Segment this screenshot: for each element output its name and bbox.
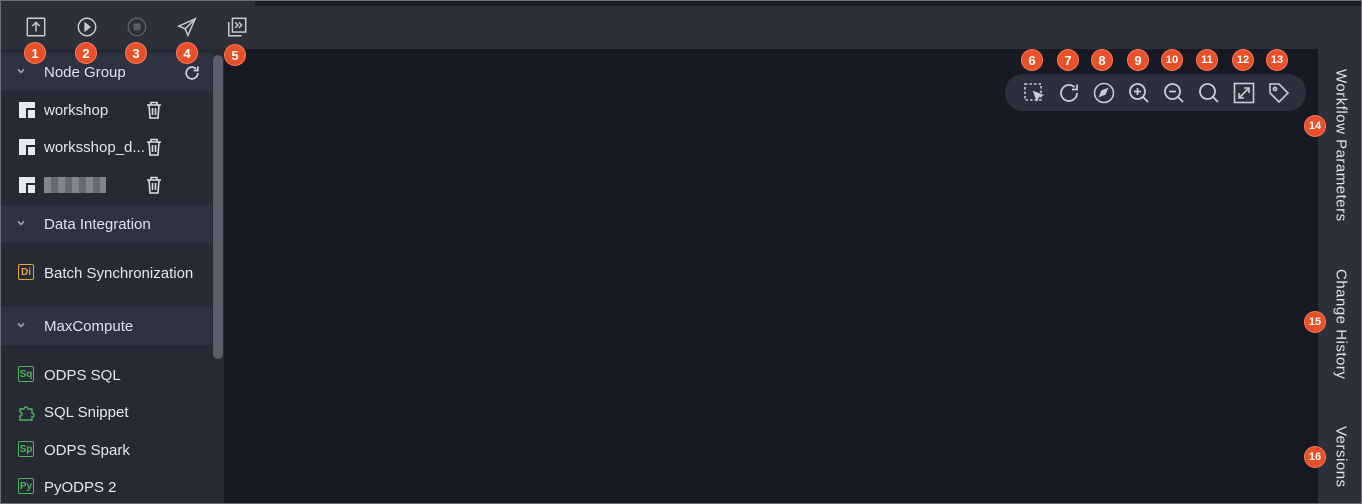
- item-label: PyODPS 2: [44, 478, 117, 496]
- tab-label: Versions: [1332, 426, 1350, 488]
- item-label: Batch Synchronization: [44, 264, 194, 282]
- di-tag-icon: Di: [18, 264, 34, 280]
- callout-badge: 7: [1058, 50, 1078, 70]
- list-item-pyodps2[interactable]: Py PyODPS 2: [1, 469, 212, 503]
- group-title: Node Group: [44, 63, 126, 81]
- node-group-icon: [19, 139, 35, 155]
- list-item-odps-sql[interactable]: Sq ODPS SQL: [1, 357, 212, 393]
- send-icon: [176, 17, 197, 38]
- list-item-node-group[interactable]: workshop: [1, 92, 212, 128]
- item-label: worksshop_d...: [44, 138, 145, 156]
- stop-button[interactable]: [123, 13, 151, 41]
- redacted-label: [44, 177, 106, 193]
- go-to-operation-center-button[interactable]: [223, 13, 251, 41]
- zoom-in-icon: [1129, 83, 1149, 103]
- trash-icon[interactable]: [145, 175, 163, 195]
- callout-badge: 1: [25, 43, 45, 63]
- tag-button[interactable]: [1266, 80, 1292, 106]
- chevron-down-icon: [17, 220, 25, 226]
- app-window: 1 2 3 4 5 Node Group workshop worksshop_…: [0, 0, 1362, 504]
- list-item-sql-snippet[interactable]: SQL Snippet: [1, 394, 212, 430]
- zoom-in-button[interactable]: [1126, 80, 1152, 106]
- search-icon: [1199, 83, 1219, 103]
- sp-tag-icon: Sp: [18, 441, 34, 457]
- list-item-node-group[interactable]: [1, 167, 212, 203]
- callout-badge: 15: [1305, 312, 1325, 332]
- node-sidebar: Node Group workshop worksshop_d... Data …: [1, 49, 224, 503]
- trash-icon[interactable]: [145, 100, 163, 120]
- list-item-node-group[interactable]: worksshop_d...: [1, 129, 212, 165]
- callout-badge: 16: [1305, 447, 1325, 467]
- sidebar-scrollbar[interactable]: [213, 55, 223, 359]
- upload-icon: [26, 17, 46, 37]
- trash-icon[interactable]: [145, 137, 163, 157]
- callout-badge: 4: [177, 43, 197, 63]
- workflow-canvas[interactable]: [224, 49, 1318, 503]
- callout-badge: 3: [126, 43, 146, 63]
- group-header-data-integration[interactable]: Data Integration: [1, 205, 212, 243]
- submit-button[interactable]: [22, 13, 50, 41]
- chevron-down-icon: [17, 322, 25, 328]
- zoom-out-button[interactable]: [1161, 80, 1187, 106]
- play-icon: [77, 17, 97, 37]
- group-title: MaxCompute: [44, 317, 134, 335]
- item-label: ODPS SQL: [44, 366, 121, 384]
- layout-icon: [1093, 82, 1115, 104]
- chevron-down-icon: [17, 68, 25, 74]
- refresh-icon: [1060, 84, 1078, 102]
- toolbar-divider: [255, 1, 1361, 6]
- refresh-button[interactable]: [1056, 80, 1082, 106]
- auto-layout-button[interactable]: [1091, 80, 1117, 106]
- tag-icon: [1269, 83, 1290, 104]
- node-group-icon: [19, 102, 35, 118]
- list-item-batch-sync[interactable]: Di Batch Synchronization: [1, 255, 212, 291]
- tab-versions[interactable]: Versions: [1323, 417, 1359, 497]
- run-button[interactable]: [73, 13, 101, 41]
- callout-badge: 13: [1267, 50, 1287, 70]
- sq-tag-icon: Sq: [18, 366, 34, 382]
- fullscreen-button[interactable]: [1231, 80, 1257, 106]
- callout-badge: 2: [76, 43, 96, 63]
- canvas-toolbar: [1005, 74, 1306, 111]
- tab-label: Workflow Parameters: [1332, 68, 1350, 222]
- callout-badge: 8: [1092, 50, 1112, 70]
- search-button[interactable]: [1196, 80, 1222, 106]
- box-select-icon: [1024, 83, 1045, 103]
- callout-badge: 11: [1197, 50, 1217, 70]
- item-label: SQL Snippet: [44, 403, 129, 421]
- refresh-icon[interactable]: [182, 63, 202, 83]
- item-label: ODPS Spark: [44, 441, 130, 459]
- callout-badge: 5: [225, 45, 245, 65]
- top-toolbar: [1, 1, 1361, 49]
- node-group-icon: [19, 177, 35, 193]
- tab-change-history[interactable]: Change History: [1323, 259, 1359, 389]
- list-item-odps-spark[interactable]: Sp ODPS Spark: [1, 432, 212, 468]
- stop-icon: [127, 17, 147, 37]
- tab-label: Change History: [1332, 268, 1350, 380]
- fullscreen-icon: [1233, 82, 1255, 104]
- group-title: Data Integration: [44, 215, 151, 233]
- deploy-button[interactable]: [173, 13, 201, 41]
- callout-badge: 9: [1128, 50, 1148, 70]
- jump-icon: [228, 17, 247, 37]
- py-tag-icon: Py: [18, 478, 34, 494]
- box-select-button[interactable]: [1021, 80, 1047, 106]
- callout-badge: 10: [1162, 50, 1182, 70]
- puzzle-icon: [19, 406, 35, 421]
- group-header-maxcompute[interactable]: MaxCompute: [1, 307, 212, 345]
- item-label: workshop: [44, 101, 109, 119]
- callout-badge: 12: [1233, 50, 1253, 70]
- zoom-out-icon: [1164, 83, 1184, 103]
- callout-badge: 14: [1305, 116, 1325, 136]
- callout-badge: 6: [1022, 50, 1042, 70]
- tab-workflow-parameters[interactable]: Workflow Parameters: [1323, 59, 1359, 231]
